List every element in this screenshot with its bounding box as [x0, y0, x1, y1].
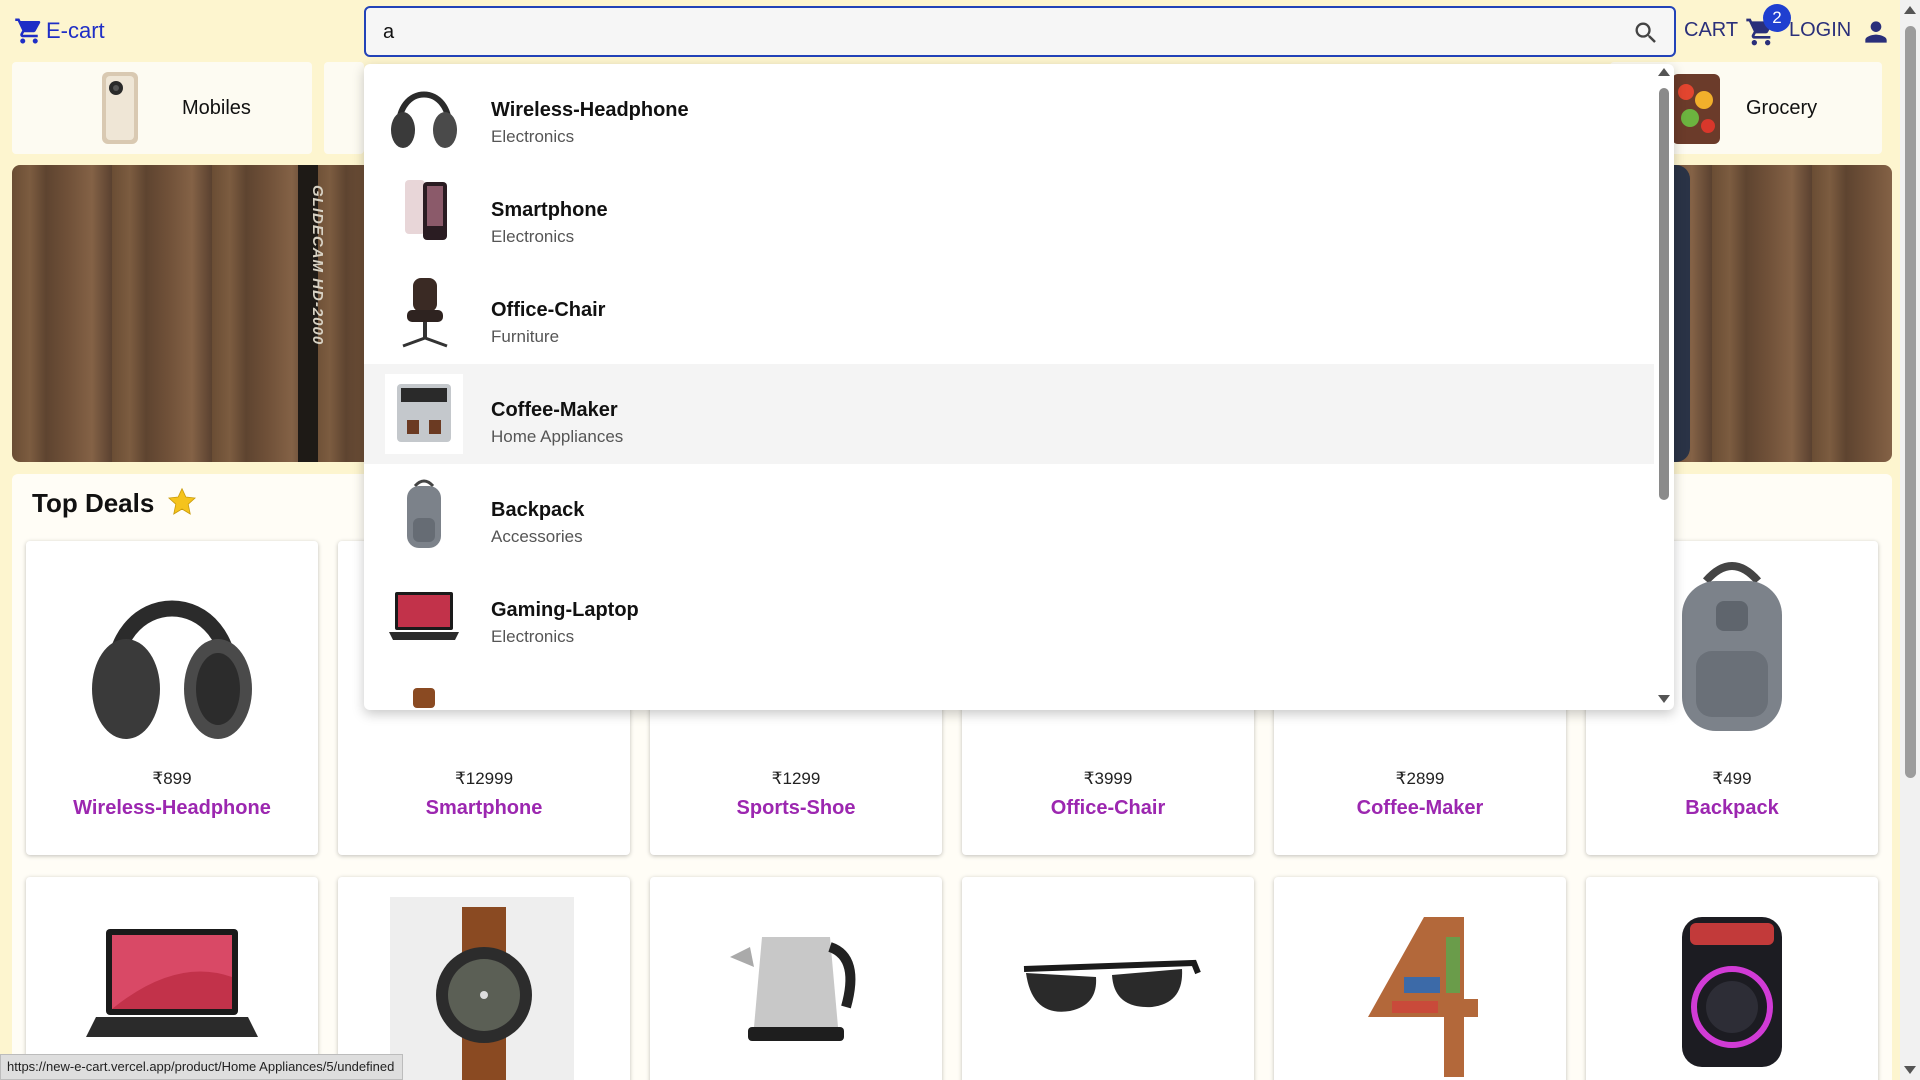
suggestion-category: Electronics	[491, 627, 575, 646]
product-price: ₹1299	[771, 769, 821, 788]
partial-thumbnail	[385, 674, 463, 710]
wrist-watch-image	[390, 897, 574, 1080]
header: E-cart a CART 2 LOGIN	[0, 0, 1900, 62]
category-card-hidden[interactable]	[324, 62, 364, 154]
product-name[interactable]: Office-Chair	[962, 797, 1254, 820]
speaker-image	[1682, 917, 1782, 1067]
product-card-gaming-laptop[interactable]	[26, 877, 318, 1080]
bookshelf-image	[1368, 917, 1478, 1077]
coffee-maker-thumbnail	[385, 374, 463, 454]
product-price: ₹2899	[1395, 769, 1445, 788]
shopping-cart-icon	[15, 18, 41, 44]
backpack-thumbnail	[385, 474, 463, 554]
smartphone-thumbnail	[385, 174, 463, 254]
dropdown-scroll-down-arrow[interactable]	[1658, 695, 1670, 703]
product-card-bookshelf[interactable]	[1274, 877, 1566, 1080]
page-scroll-down-arrow[interactable]	[1904, 1066, 1916, 1074]
search-suggestions-dropdown[interactable]: Wireless-Headphone Electronics Smartphon…	[364, 64, 1674, 710]
suggestion-category: Furniture	[491, 327, 560, 346]
suggestion-item[interactable]: Smartphone Electronics	[364, 164, 1654, 264]
gaming-laptop-thumbnail	[385, 574, 463, 654]
suggestion-category: Home Appliances	[491, 427, 624, 446]
product-card-electric-kettle[interactable]	[650, 877, 942, 1080]
suggestion-name: Smartphone	[491, 199, 608, 221]
category-mobiles[interactable]: Mobiles	[12, 62, 312, 154]
suggestion-name: Wireless-Headphone	[491, 99, 689, 121]
star-icon	[168, 487, 196, 515]
dropdown-scrollbar-thumb[interactable]	[1659, 88, 1669, 500]
suggestion-name: Coffee-Maker	[491, 399, 618, 421]
product-card-wrist-watch[interactable]	[338, 877, 630, 1080]
sunglasses-image	[1023, 959, 1201, 1012]
suggestion-category: Electronics	[491, 227, 575, 246]
product-price: ₹12999	[454, 769, 514, 788]
status-bar-url: https://new-e-cart.vercel.app/product/Ho…	[0, 1054, 404, 1080]
product-price: ₹899	[152, 769, 192, 788]
suggestion-name: Backpack	[491, 499, 585, 521]
user-icon[interactable]	[1860, 16, 1892, 48]
product-card-party-speaker[interactable]	[1586, 877, 1878, 1080]
grocery-image	[1672, 74, 1720, 144]
search-input-value: a	[383, 21, 395, 43]
cart-link[interactable]: CART	[1684, 19, 1738, 42]
page-scroll-up-arrow[interactable]	[1904, 6, 1916, 14]
suggestion-item-partial[interactable]	[364, 664, 1654, 710]
category-label: Grocery	[1746, 97, 1818, 119]
banner-text: GLIDECAM HD-2000	[309, 185, 326, 346]
suggestion-category: Electronics	[491, 127, 575, 146]
suggestion-item[interactable]: Backpack Accessories	[364, 464, 1654, 564]
suggestion-category: Accessories	[491, 527, 583, 546]
suggestion-name: Office-Chair	[491, 299, 606, 321]
gaming-laptop-image	[86, 929, 258, 1037]
logo[interactable]: E-cart	[14, 16, 105, 46]
product-name[interactable]: Sports-Shoe	[650, 797, 942, 820]
page-scrollbar-thumb[interactable]	[1905, 26, 1916, 778]
suggestion-item[interactable]: Office-Chair Furniture	[364, 264, 1654, 364]
product-name[interactable]: Wireless-Headphone	[26, 797, 318, 820]
product-name[interactable]: Smartphone	[338, 797, 630, 820]
suggestion-item[interactable]: Gaming-Laptop Electronics	[364, 564, 1654, 664]
kettle-image	[730, 937, 856, 1041]
search-icon[interactable]	[1632, 19, 1660, 47]
cart-count-badge: 2	[1763, 4, 1791, 32]
search-input[interactable]: a	[364, 6, 1676, 57]
product-card-wireless-headphone[interactable]: ₹899 Wireless-Headphone	[26, 541, 318, 855]
product-name[interactable]: Backpack	[1586, 797, 1878, 820]
login-link[interactable]: LOGIN	[1789, 19, 1851, 42]
headphone-image	[92, 600, 252, 739]
product-price: ₹3999	[1083, 769, 1133, 788]
suggestion-item-highlighted[interactable]: Coffee-Maker Home Appliances	[364, 364, 1654, 464]
office-chair-thumbnail	[385, 274, 463, 354]
top-deals-title: Top Deals	[32, 488, 155, 518]
product-name[interactable]: Coffee-Maker	[1274, 797, 1566, 820]
mobile-phone-image	[102, 72, 138, 144]
product-price: ₹499	[1712, 769, 1752, 788]
category-label: Mobiles	[182, 97, 251, 119]
product-card-sunglasses[interactable]	[962, 877, 1254, 1080]
dropdown-scroll-up-arrow[interactable]	[1658, 68, 1670, 76]
headphone-thumbnail	[385, 74, 463, 154]
suggestion-name: Gaming-Laptop	[491, 599, 639, 621]
suggestion-item[interactable]: Wireless-Headphone Electronics	[364, 64, 1654, 164]
logo-text: E-cart	[46, 18, 105, 43]
